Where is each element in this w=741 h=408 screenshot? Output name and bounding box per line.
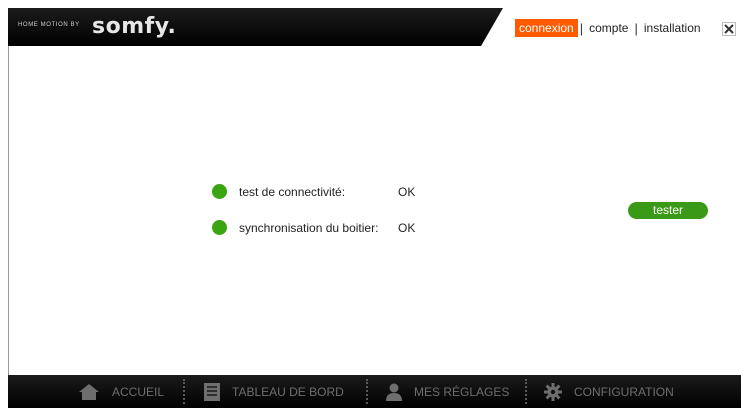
status-ok-icon	[212, 184, 227, 199]
nav-mes-reglages[interactable]: MES RÉGLAGES	[386, 375, 509, 408]
nav-configuration-label: CONFIGURATION	[574, 384, 674, 399]
nav-accueil[interactable]: ACCUEIL	[78, 375, 164, 408]
sync-value: OK	[398, 221, 416, 235]
header-tabs: connexion | compte | installation	[515, 18, 705, 38]
status-ok-icon	[212, 220, 227, 235]
tab-separator: |	[634, 20, 638, 36]
tab-separator: |	[579, 20, 584, 36]
tester-button[interactable]: tester	[628, 202, 708, 219]
nav-divider	[525, 379, 527, 404]
sync-label: synchronisation du boitier:	[239, 221, 379, 235]
bottom-nav: ACCUEIL TABLEAU DE BORD MES RÉGLAGES CON…	[8, 375, 741, 408]
tab-compte[interactable]: compte	[585, 19, 632, 37]
nav-divider	[366, 379, 368, 404]
brand-bar: HOME MOTION BY somfy.	[8, 8, 503, 46]
dashboard-icon	[204, 382, 220, 401]
nav-tableau-de-bord-label: TABLEAU DE BORD	[232, 384, 344, 399]
nav-configuration[interactable]: CONFIGURATION	[544, 375, 674, 408]
brand-tagline: HOME MOTION BY	[18, 22, 80, 28]
tab-installation[interactable]: installation	[640, 19, 705, 37]
tab-connexion[interactable]: connexion	[515, 19, 578, 37]
somfy-logo: somfy.	[92, 14, 177, 39]
nav-tableau-de-bord[interactable]: TABLEAU DE BORD	[204, 375, 344, 408]
home-icon	[79, 383, 99, 400]
connectivity-label: test de connectivité:	[239, 185, 346, 199]
gear-icon	[544, 382, 562, 401]
connectivity-value: OK	[398, 185, 416, 199]
user-icon	[386, 383, 402, 401]
nav-accueil-label: ACCUEIL	[112, 384, 165, 399]
nav-divider	[183, 379, 185, 404]
header-bar: HOME MOTION BY somfy. connexion | compte…	[8, 8, 741, 46]
nav-mes-reglages-label: MES RÉGLAGES	[414, 384, 510, 399]
close-icon[interactable]	[722, 22, 736, 36]
